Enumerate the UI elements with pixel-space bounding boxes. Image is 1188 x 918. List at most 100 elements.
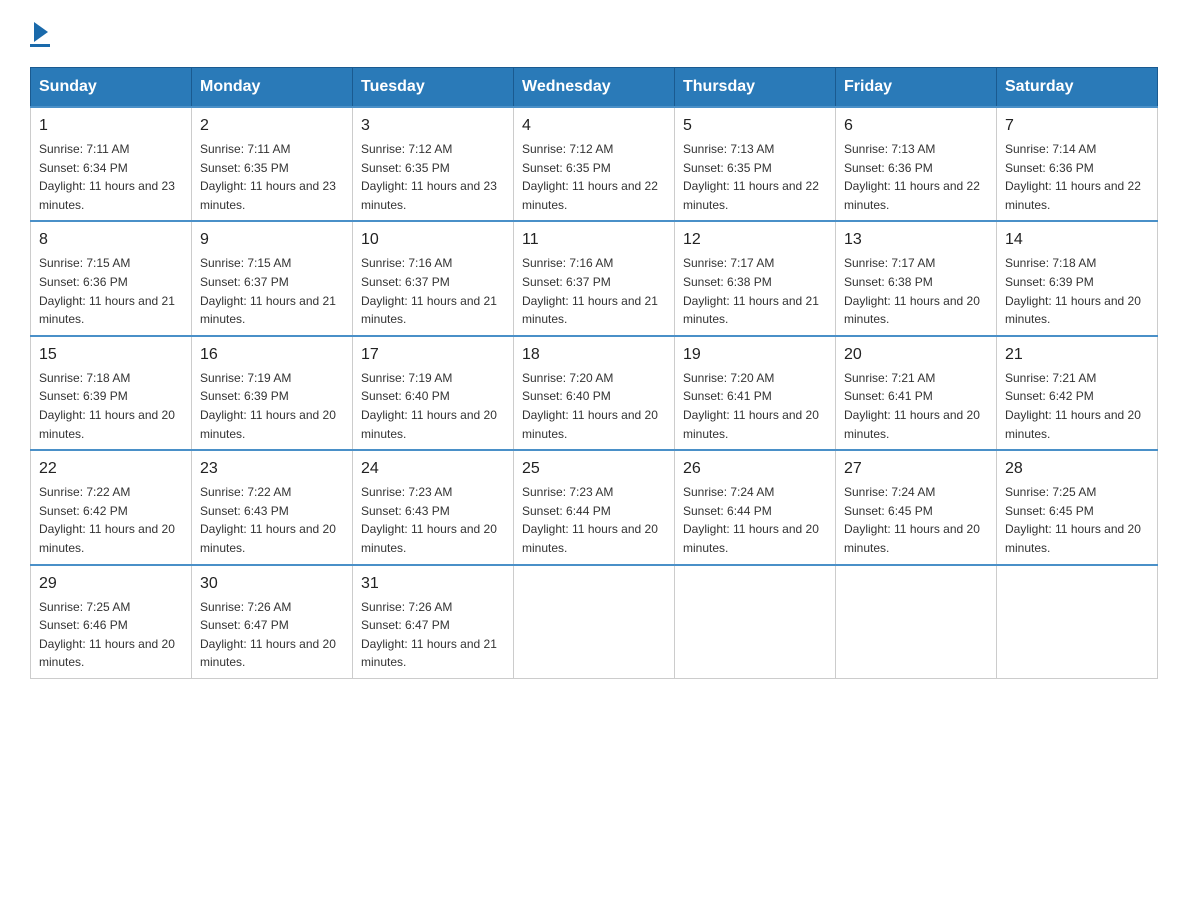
day-number: 28 — [1005, 457, 1149, 481]
day-info: Sunrise: 7:26 AM Sunset: 6:47 PM Dayligh… — [200, 598, 344, 672]
day-info: Sunrise: 7:13 AM Sunset: 6:36 PM Dayligh… — [844, 140, 988, 214]
calendar-cell: 25 Sunrise: 7:23 AM Sunset: 6:44 PM Dayl… — [514, 450, 675, 564]
calendar-cell: 23 Sunrise: 7:22 AM Sunset: 6:43 PM Dayl… — [192, 450, 353, 564]
day-number: 27 — [844, 457, 988, 481]
calendar-cell: 16 Sunrise: 7:19 AM Sunset: 6:39 PM Dayl… — [192, 336, 353, 450]
day-info: Sunrise: 7:25 AM Sunset: 6:46 PM Dayligh… — [39, 598, 183, 672]
calendar-cell: 4 Sunrise: 7:12 AM Sunset: 6:35 PM Dayli… — [514, 107, 675, 221]
logo-arrow-icon — [34, 22, 48, 42]
day-number: 13 — [844, 228, 988, 252]
calendar-week-row: 22 Sunrise: 7:22 AM Sunset: 6:42 PM Dayl… — [31, 450, 1158, 564]
calendar-cell: 26 Sunrise: 7:24 AM Sunset: 6:44 PM Dayl… — [675, 450, 836, 564]
day-number: 24 — [361, 457, 505, 481]
calendar-cell — [675, 565, 836, 679]
day-number: 15 — [39, 343, 183, 367]
day-info: Sunrise: 7:17 AM Sunset: 6:38 PM Dayligh… — [683, 254, 827, 328]
calendar-cell: 27 Sunrise: 7:24 AM Sunset: 6:45 PM Dayl… — [836, 450, 997, 564]
calendar-cell: 11 Sunrise: 7:16 AM Sunset: 6:37 PM Dayl… — [514, 221, 675, 335]
calendar-cell: 12 Sunrise: 7:17 AM Sunset: 6:38 PM Dayl… — [675, 221, 836, 335]
day-info: Sunrise: 7:18 AM Sunset: 6:39 PM Dayligh… — [39, 369, 183, 443]
calendar-cell: 31 Sunrise: 7:26 AM Sunset: 6:47 PM Dayl… — [353, 565, 514, 679]
day-info: Sunrise: 7:19 AM Sunset: 6:40 PM Dayligh… — [361, 369, 505, 443]
day-number: 21 — [1005, 343, 1149, 367]
day-info: Sunrise: 7:21 AM Sunset: 6:42 PM Dayligh… — [1005, 369, 1149, 443]
day-number: 1 — [39, 114, 183, 138]
calendar-header-row: SundayMondayTuesdayWednesdayThursdayFrid… — [31, 68, 1158, 108]
calendar-cell: 24 Sunrise: 7:23 AM Sunset: 6:43 PM Dayl… — [353, 450, 514, 564]
calendar-cell: 10 Sunrise: 7:16 AM Sunset: 6:37 PM Dayl… — [353, 221, 514, 335]
calendar-cell: 28 Sunrise: 7:25 AM Sunset: 6:45 PM Dayl… — [997, 450, 1158, 564]
day-info: Sunrise: 7:11 AM Sunset: 6:34 PM Dayligh… — [39, 140, 183, 214]
calendar-week-row: 1 Sunrise: 7:11 AM Sunset: 6:34 PM Dayli… — [31, 107, 1158, 221]
day-of-week-header: Thursday — [675, 68, 836, 108]
day-number: 10 — [361, 228, 505, 252]
calendar-cell: 15 Sunrise: 7:18 AM Sunset: 6:39 PM Dayl… — [31, 336, 192, 450]
day-number: 6 — [844, 114, 988, 138]
day-info: Sunrise: 7:15 AM Sunset: 6:36 PM Dayligh… — [39, 254, 183, 328]
day-info: Sunrise: 7:22 AM Sunset: 6:42 PM Dayligh… — [39, 483, 183, 557]
day-info: Sunrise: 7:20 AM Sunset: 6:41 PM Dayligh… — [683, 369, 827, 443]
calendar-cell: 20 Sunrise: 7:21 AM Sunset: 6:41 PM Dayl… — [836, 336, 997, 450]
day-number: 25 — [522, 457, 666, 481]
day-number: 17 — [361, 343, 505, 367]
day-info: Sunrise: 7:12 AM Sunset: 6:35 PM Dayligh… — [522, 140, 666, 214]
day-number: 20 — [844, 343, 988, 367]
day-number: 22 — [39, 457, 183, 481]
day-info: Sunrise: 7:17 AM Sunset: 6:38 PM Dayligh… — [844, 254, 988, 328]
day-number: 18 — [522, 343, 666, 367]
calendar-cell: 22 Sunrise: 7:22 AM Sunset: 6:42 PM Dayl… — [31, 450, 192, 564]
day-info: Sunrise: 7:20 AM Sunset: 6:40 PM Dayligh… — [522, 369, 666, 443]
day-info: Sunrise: 7:23 AM Sunset: 6:44 PM Dayligh… — [522, 483, 666, 557]
day-of-week-header: Tuesday — [353, 68, 514, 108]
day-number: 30 — [200, 572, 344, 596]
day-info: Sunrise: 7:11 AM Sunset: 6:35 PM Dayligh… — [200, 140, 344, 214]
day-number: 4 — [522, 114, 666, 138]
day-info: Sunrise: 7:14 AM Sunset: 6:36 PM Dayligh… — [1005, 140, 1149, 214]
day-number: 23 — [200, 457, 344, 481]
day-info: Sunrise: 7:13 AM Sunset: 6:35 PM Dayligh… — [683, 140, 827, 214]
day-info: Sunrise: 7:12 AM Sunset: 6:35 PM Dayligh… — [361, 140, 505, 214]
calendar-cell: 14 Sunrise: 7:18 AM Sunset: 6:39 PM Dayl… — [997, 221, 1158, 335]
day-number: 9 — [200, 228, 344, 252]
day-number: 7 — [1005, 114, 1149, 138]
day-number: 12 — [683, 228, 827, 252]
day-info: Sunrise: 7:19 AM Sunset: 6:39 PM Dayligh… — [200, 369, 344, 443]
day-number: 11 — [522, 228, 666, 252]
day-number: 16 — [200, 343, 344, 367]
day-number: 8 — [39, 228, 183, 252]
calendar-cell: 3 Sunrise: 7:12 AM Sunset: 6:35 PM Dayli… — [353, 107, 514, 221]
day-number: 19 — [683, 343, 827, 367]
calendar-week-row: 29 Sunrise: 7:25 AM Sunset: 6:46 PM Dayl… — [31, 565, 1158, 679]
day-info: Sunrise: 7:24 AM Sunset: 6:45 PM Dayligh… — [844, 483, 988, 557]
calendar-cell: 9 Sunrise: 7:15 AM Sunset: 6:37 PM Dayli… — [192, 221, 353, 335]
day-info: Sunrise: 7:25 AM Sunset: 6:45 PM Dayligh… — [1005, 483, 1149, 557]
day-info: Sunrise: 7:23 AM Sunset: 6:43 PM Dayligh… — [361, 483, 505, 557]
calendar-cell: 19 Sunrise: 7:20 AM Sunset: 6:41 PM Dayl… — [675, 336, 836, 450]
day-of-week-header: Saturday — [997, 68, 1158, 108]
calendar-cell: 21 Sunrise: 7:21 AM Sunset: 6:42 PM Dayl… — [997, 336, 1158, 450]
calendar-cell: 13 Sunrise: 7:17 AM Sunset: 6:38 PM Dayl… — [836, 221, 997, 335]
logo-underline — [30, 44, 50, 47]
calendar-table: SundayMondayTuesdayWednesdayThursdayFrid… — [30, 67, 1158, 679]
day-info: Sunrise: 7:16 AM Sunset: 6:37 PM Dayligh… — [361, 254, 505, 328]
day-number: 3 — [361, 114, 505, 138]
page-header — [30, 20, 1158, 47]
day-info: Sunrise: 7:16 AM Sunset: 6:37 PM Dayligh… — [522, 254, 666, 328]
day-number: 31 — [361, 572, 505, 596]
day-number: 5 — [683, 114, 827, 138]
day-of-week-header: Sunday — [31, 68, 192, 108]
calendar-cell — [997, 565, 1158, 679]
day-info: Sunrise: 7:22 AM Sunset: 6:43 PM Dayligh… — [200, 483, 344, 557]
day-of-week-header: Monday — [192, 68, 353, 108]
calendar-cell: 1 Sunrise: 7:11 AM Sunset: 6:34 PM Dayli… — [31, 107, 192, 221]
calendar-week-row: 8 Sunrise: 7:15 AM Sunset: 6:36 PM Dayli… — [31, 221, 1158, 335]
calendar-week-row: 15 Sunrise: 7:18 AM Sunset: 6:39 PM Dayl… — [31, 336, 1158, 450]
calendar-cell: 18 Sunrise: 7:20 AM Sunset: 6:40 PM Dayl… — [514, 336, 675, 450]
calendar-cell: 2 Sunrise: 7:11 AM Sunset: 6:35 PM Dayli… — [192, 107, 353, 221]
day-of-week-header: Friday — [836, 68, 997, 108]
calendar-cell: 6 Sunrise: 7:13 AM Sunset: 6:36 PM Dayli… — [836, 107, 997, 221]
day-number: 29 — [39, 572, 183, 596]
day-info: Sunrise: 7:18 AM Sunset: 6:39 PM Dayligh… — [1005, 254, 1149, 328]
day-info: Sunrise: 7:26 AM Sunset: 6:47 PM Dayligh… — [361, 598, 505, 672]
calendar-cell — [836, 565, 997, 679]
